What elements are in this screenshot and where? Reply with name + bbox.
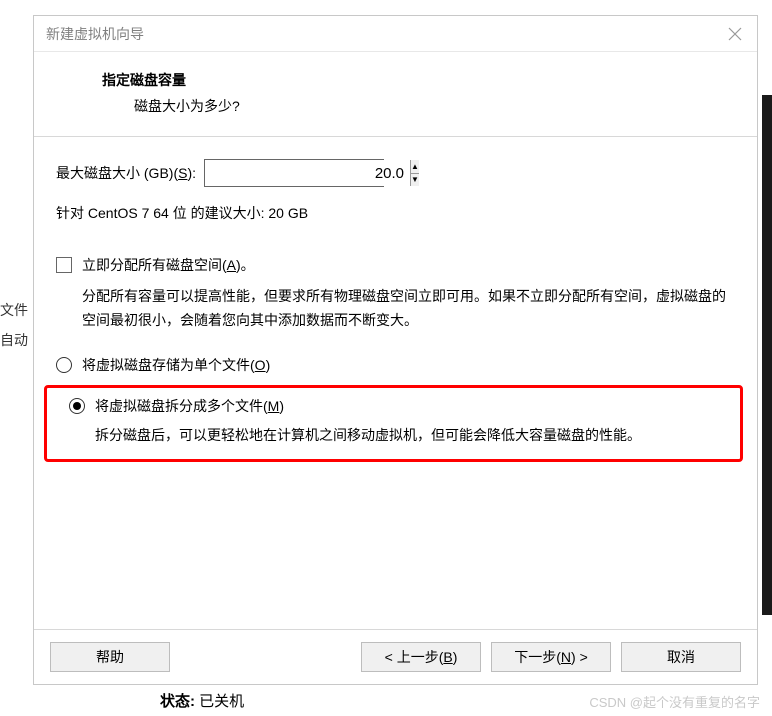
allocate-now-label: 立即分配所有磁盘空间(A)。 (82, 255, 255, 275)
allocate-now-desc: 分配所有容量可以提高性能，但要求所有物理磁盘空间立即可用。如果不立即分配所有空间… (56, 285, 735, 333)
header-subtitle: 磁盘大小为多少? (102, 96, 729, 116)
split-file-radio-row[interactable]: 将虚拟磁盘拆分成多个文件(M) (69, 396, 730, 416)
cancel-button[interactable]: 取消 (621, 642, 741, 672)
content-area: 最大磁盘大小 (GB)(S): ▲ ▼ 针对 CentOS 7 64 位 的建议… (34, 136, 757, 629)
allocate-now-checkbox-row[interactable]: 立即分配所有磁盘空间(A)。 (56, 255, 735, 275)
help-button[interactable]: 帮助 (50, 642, 170, 672)
bg-text-auto: 自动 (0, 325, 33, 355)
header-title: 指定磁盘容量 (102, 70, 729, 90)
dialog-title: 新建虚拟机向导 (46, 24, 725, 44)
radio-icon[interactable] (56, 357, 72, 373)
watermark-text: CSDN @起个没有重复的名字 (589, 692, 760, 711)
background-left-text: 文件 自动 (0, 80, 33, 680)
wizard-dialog: 新建虚拟机向导 指定磁盘容量 磁盘大小为多少? 最大磁盘大小 (GB)(S): … (33, 15, 758, 685)
close-icon[interactable] (725, 24, 745, 44)
status-row: 状态: 已关机 (160, 690, 244, 711)
split-file-desc: 拆分磁盘后，可以更轻松地在计算机之间移动虚拟机，但可能会降低大容量磁盘的性能。 (69, 424, 730, 448)
back-button[interactable]: < 上一步(B) (361, 642, 481, 672)
titlebar: 新建虚拟机向导 (34, 16, 757, 52)
spinner-down-icon[interactable]: ▼ (411, 174, 419, 187)
disk-size-row: 最大磁盘大小 (GB)(S): ▲ ▼ (56, 159, 735, 187)
single-file-radio-row[interactable]: 将虚拟磁盘存储为单个文件(O) (56, 355, 735, 375)
disk-size-input[interactable] (205, 160, 410, 186)
status-label: 状态: (160, 693, 195, 710)
status-value: 已关机 (195, 693, 244, 710)
bg-text-file: 文件 (0, 295, 33, 325)
recommend-text: 针对 CentOS 7 64 位 的建议大小: 20 GB (56, 203, 735, 223)
split-file-label: 将虚拟磁盘拆分成多个文件(M) (95, 396, 284, 416)
button-bar: 帮助 < 上一步(B) 下一步(N) > 取消 (34, 629, 757, 684)
radio-icon-selected[interactable] (69, 398, 85, 414)
disk-size-spinner[interactable]: ▲ ▼ (204, 159, 384, 187)
next-button[interactable]: 下一步(N) > (491, 642, 611, 672)
single-file-label: 将虚拟磁盘存储为单个文件(O) (82, 355, 270, 375)
highlighted-option: 将虚拟磁盘拆分成多个文件(M) 拆分磁盘后，可以更轻松地在计算机之间移动虚拟机，… (44, 385, 743, 463)
header-block: 指定磁盘容量 磁盘大小为多少? (34, 52, 757, 136)
background-right-panel (762, 95, 772, 615)
checkbox-icon[interactable] (56, 257, 72, 273)
disk-size-label: 最大磁盘大小 (GB)(S): (56, 163, 196, 183)
spinner-up-icon[interactable]: ▲ (411, 160, 419, 174)
